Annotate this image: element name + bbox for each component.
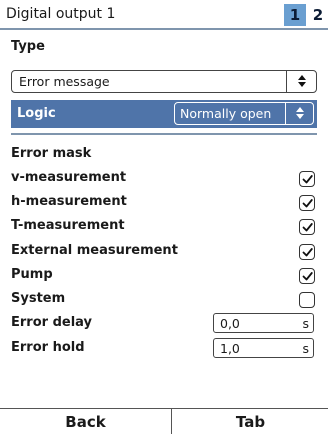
checkmark-icon [302, 175, 313, 184]
error-mask-item-label: v-measurement [11, 170, 127, 185]
error-mask-checkbox[interactable] [299, 171, 315, 187]
screen-title: Digital output 1 [6, 6, 116, 22]
checkmark-icon [302, 248, 313, 257]
error-delay-unit: s [302, 316, 309, 331]
error-hold-label: Error hold [11, 340, 85, 355]
type-select[interactable]: Error message [11, 70, 317, 93]
tab-page-2[interactable]: 2 [307, 4, 328, 26]
error-hold-value: 1,0 [220, 341, 240, 356]
error-mask-item-label: Pump [11, 267, 53, 282]
checkmark-icon [302, 199, 313, 208]
softkey-bar: Back Tab [0, 408, 328, 434]
tab-page-1[interactable]: 1 [284, 4, 306, 26]
checkmark-icon [302, 223, 313, 232]
error-mask-item-label: External measurement [11, 243, 178, 258]
error-mask-item-label: T-measurement [11, 218, 125, 233]
error-mask-checkbox[interactable] [299, 244, 315, 260]
error-delay-label: Error delay [11, 315, 92, 330]
error-mask-checkbox[interactable] [299, 268, 315, 284]
error-mask-checkbox[interactable] [299, 195, 315, 211]
error-mask-checkbox[interactable] [299, 292, 315, 308]
tab-button[interactable]: Tab [173, 409, 328, 434]
updown-arrows-icon [285, 103, 313, 124]
error-hold-unit: s [302, 341, 309, 356]
logic-row[interactable]: Logic Normally open [11, 100, 317, 128]
back-button[interactable]: Back [0, 409, 172, 434]
logic-label: Logic [17, 106, 56, 121]
section-divider [11, 133, 317, 135]
error-mask-checkbox[interactable] [299, 219, 315, 235]
error-mask-item-label: h-measurement [11, 194, 127, 209]
error-hold-input[interactable]: 1,0 s [213, 338, 314, 358]
error-delay-value: 0,0 [220, 316, 240, 331]
checkmark-icon [302, 272, 313, 281]
error-delay-input[interactable]: 0,0 s [213, 313, 314, 333]
logic-select[interactable]: Normally open [174, 102, 314, 125]
error-mask-title: Error mask [11, 146, 92, 161]
error-mask-item-label: System [11, 291, 66, 306]
updown-arrows-icon [286, 71, 316, 92]
header-bar: Digital output 1 1 2 [0, 0, 328, 30]
type-select-value: Error message [19, 74, 110, 89]
logic-select-value: Normally open [180, 106, 272, 121]
type-label: Type [11, 39, 45, 54]
